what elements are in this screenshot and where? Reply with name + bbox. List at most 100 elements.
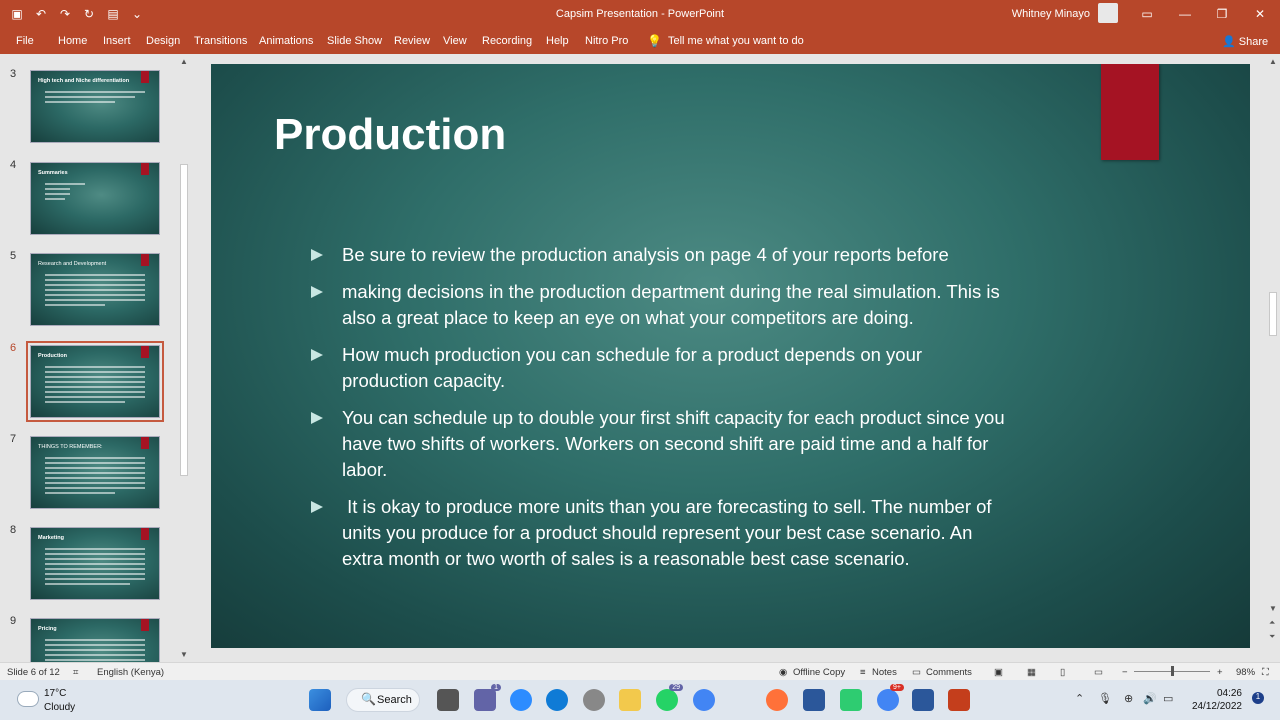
bullet-text: making decisions in the production depar…	[342, 281, 1000, 302]
whatsapp-icon[interactable]: 29	[656, 684, 683, 711]
edge-icon[interactable]	[546, 689, 568, 711]
avatar[interactable]	[1098, 3, 1118, 23]
taskbar-search[interactable]: 🔍 Search	[346, 688, 420, 712]
slideshow-view-icon[interactable]: ▭	[1094, 667, 1103, 678]
normal-view-icon[interactable]: ▣	[994, 667, 1003, 678]
scroll-down-icon[interactable]: ▼	[1269, 604, 1277, 613]
weather-condition: Cloudy	[44, 702, 76, 713]
tab-slide-show[interactable]: Slide Show	[327, 35, 382, 47]
user-name[interactable]: Whitney Minayo	[1000, 8, 1090, 20]
firefox-icon[interactable]	[766, 689, 788, 711]
battery-icon[interactable]: ▭	[1163, 692, 1173, 705]
thumbnail-title: Pricing	[38, 626, 57, 632]
settings-icon[interactable]	[583, 689, 605, 711]
bullet-item[interactable]: It is okay to produce more units than yo…	[311, 494, 1071, 572]
file-explorer-icon[interactable]	[619, 689, 641, 711]
bullet-text: have two shifts of workers. Workers on s…	[342, 433, 989, 454]
chrome-icon[interactable]	[693, 689, 715, 711]
thumbnail-scrollbar[interactable]: ▲ ▼	[178, 54, 190, 662]
slide-number: 5	[10, 250, 17, 262]
slide-canvas[interactable]: Production Be sure to review the product…	[211, 64, 1250, 648]
volume-icon[interactable]: 🔊	[1143, 692, 1157, 705]
customize-qat-icon[interactable]: ⌄	[128, 5, 146, 23]
tab-view[interactable]: View	[443, 35, 467, 47]
tab-nitro-pro[interactable]: Nitro Pro	[585, 35, 628, 47]
bullet-item[interactable]: making decisions in the production depar…	[311, 279, 1071, 331]
tell-me-search[interactable]: Tell me what you want to do	[668, 35, 804, 47]
app-icon[interactable]	[840, 689, 862, 711]
editor-scrollbar[interactable]: ▲ ▼ ⏶ ⏷	[1266, 54, 1280, 662]
tab-home[interactable]: Home	[58, 35, 87, 47]
bullet-list[interactable]: Be sure to review the production analysi…	[311, 242, 1071, 583]
slide-thumbnail[interactable]: Research and Development	[30, 253, 160, 326]
reading-view-icon[interactable]: ▯	[1060, 667, 1065, 678]
bullet-text: It is okay to produce more units than yo…	[342, 496, 992, 517]
zoom-level[interactable]: 98%	[1236, 667, 1255, 678]
ribbon-display-icon[interactable]: ▭	[1132, 4, 1162, 24]
close-icon[interactable]: ✕	[1245, 4, 1275, 24]
slide-thumbnail[interactable]: Pricing	[30, 618, 160, 662]
tab-insert[interactable]: Insert	[103, 35, 131, 47]
share-button[interactable]: 👤 Share	[1222, 35, 1268, 48]
scroll-up-icon[interactable]: ▲	[180, 57, 188, 66]
notes-button[interactable]: Notes	[872, 667, 897, 678]
autosave-icon[interactable]: ▣	[8, 5, 26, 23]
scroll-up-icon[interactable]: ▲	[1269, 57, 1277, 66]
store-icon[interactable]	[803, 689, 825, 711]
fit-slide-icon[interactable]: ⛶	[1262, 667, 1269, 678]
bullet-text: also a great place to keep an eye on wha…	[342, 307, 914, 328]
undo-icon[interactable]: ↶	[32, 5, 50, 23]
scrollbar-thumb[interactable]	[180, 164, 188, 476]
microphone-icon[interactable]: 🎙	[1098, 692, 1112, 705]
zoom-in-icon[interactable]: +	[1217, 667, 1223, 678]
maximize-icon[interactable]: ❐	[1207, 4, 1237, 24]
slideshow-start-icon[interactable]: ▤	[104, 5, 122, 23]
tab-recording[interactable]: Recording	[482, 35, 532, 47]
language-icon[interactable]: ⊕	[1124, 692, 1133, 705]
slide-thumbnail[interactable]: Marketing	[30, 527, 160, 600]
bullet-item[interactable]: How much production you can schedule for…	[311, 342, 1071, 394]
slide-sorter-icon[interactable]: ▦	[1027, 667, 1036, 678]
bullet-text: units you produce for a product should r…	[342, 522, 973, 543]
accessibility-icon[interactable]: ⌗	[73, 667, 78, 678]
refresh-icon[interactable]: ↻	[80, 5, 98, 23]
comments-button[interactable]: Comments	[926, 667, 972, 678]
slide-thumbnail-active[interactable]: Production	[26, 341, 164, 422]
slide-title[interactable]: Production	[274, 110, 506, 160]
teams-icon[interactable]: 1	[474, 684, 501, 711]
notes-icon: ≡	[860, 667, 866, 678]
tab-design[interactable]: Design	[146, 35, 180, 47]
tab-animations[interactable]: Animations	[259, 35, 313, 47]
tab-file[interactable]: File	[16, 35, 34, 47]
system-clock[interactable]: 04:26 24/12/2022	[1192, 687, 1242, 713]
tab-transitions[interactable]: Transitions	[194, 35, 247, 47]
scroll-down-icon[interactable]: ▼	[180, 650, 188, 659]
slide-thumbnail[interactable]: THINGS TO REMEMBER:	[30, 436, 160, 509]
notification-icon[interactable]: 1	[1252, 692, 1264, 704]
bullet-item[interactable]: You can schedule up to double your first…	[311, 405, 1071, 483]
zoom-app-icon[interactable]	[510, 689, 532, 711]
scrollbar-thumb[interactable]	[1269, 292, 1277, 336]
bullet-arrow-icon	[311, 349, 323, 361]
slide-thumbnail[interactable]: High tech and Niche differentiation	[30, 70, 160, 143]
windows-start-icon[interactable]	[309, 689, 331, 711]
chevron-up-icon[interactable]: ⌃	[1075, 692, 1084, 705]
task-view-icon[interactable]	[437, 689, 459, 711]
powerpoint-icon[interactable]	[948, 689, 970, 711]
minimize-icon[interactable]: —	[1170, 4, 1200, 24]
previous-slide-icon[interactable]: ⏶	[1269, 618, 1275, 628]
lightbulb-icon: 💡	[647, 34, 662, 48]
zoom-slider-handle[interactable]	[1171, 666, 1174, 676]
offline-copy[interactable]: Offline Copy	[793, 667, 845, 678]
chrome-profile-icon[interactable]: 9+	[877, 684, 904, 711]
slide-thumbnail[interactable]: Summaries	[30, 162, 160, 235]
tab-help[interactable]: Help	[546, 35, 569, 47]
word-icon[interactable]	[912, 689, 934, 711]
bullet-item[interactable]: Be sure to review the production analysi…	[311, 242, 1071, 268]
clock-date: 24/12/2022	[1191, 701, 1242, 712]
tab-review[interactable]: Review	[394, 35, 430, 47]
redo-icon[interactable]: ↷	[56, 5, 74, 23]
next-slide-icon[interactable]: ⏷	[1269, 632, 1275, 642]
zoom-out-icon[interactable]: −	[1122, 667, 1128, 678]
language-indicator[interactable]: English (Kenya)	[97, 667, 164, 678]
